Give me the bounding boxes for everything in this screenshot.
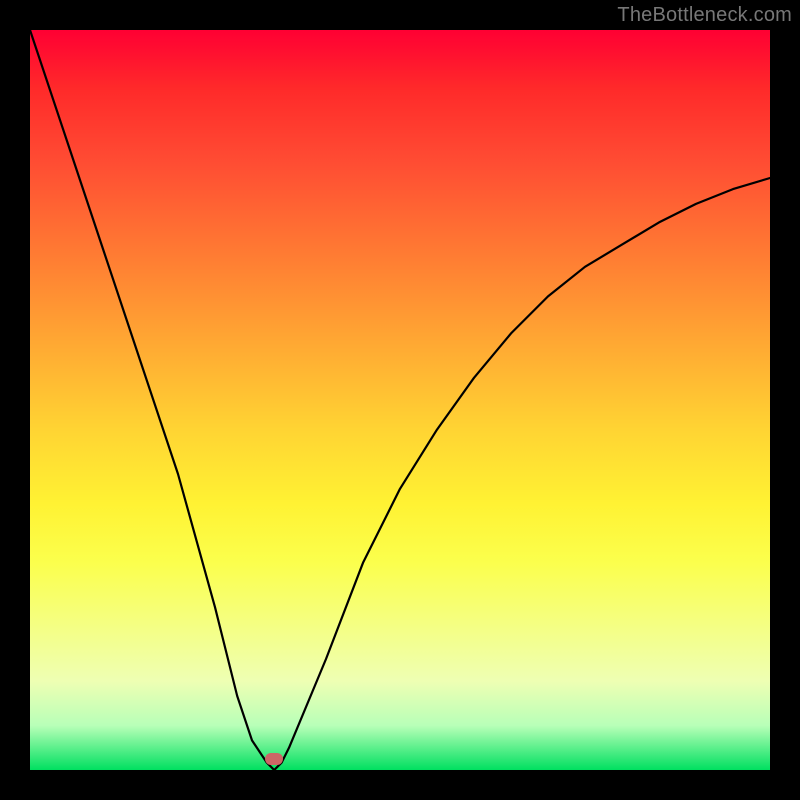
plot-area (30, 30, 770, 770)
curve-layer (30, 30, 770, 770)
watermark-text: TheBottleneck.com (617, 4, 792, 27)
optimum-marker (265, 753, 283, 765)
chart-stage: TheBottleneck.com (0, 0, 800, 800)
bottleneck-curve (30, 30, 770, 770)
